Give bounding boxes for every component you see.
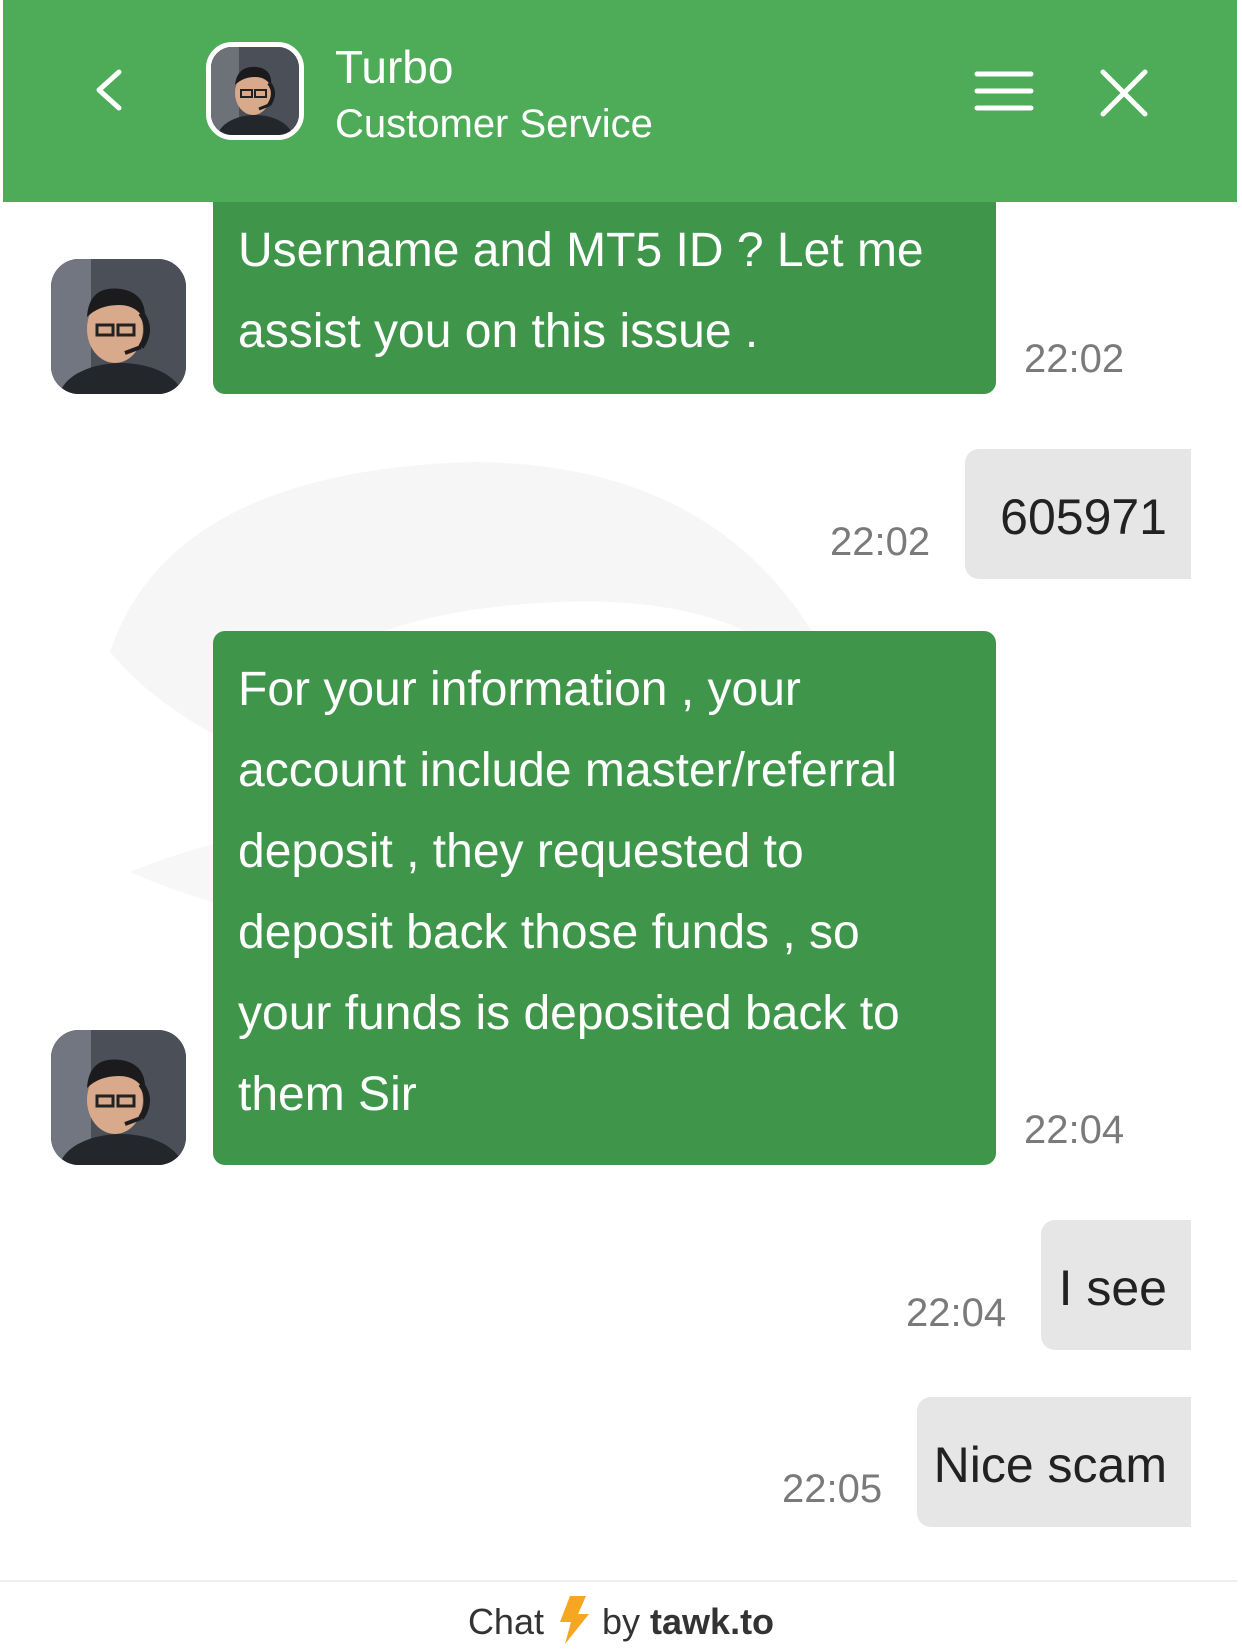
agent-name: Turbo [335, 41, 454, 93]
user-message: 605971 [965, 449, 1191, 579]
user-message: Nice scam [917, 1397, 1191, 1527]
hamburger-menu-icon [974, 71, 1034, 111]
close-icon [1100, 69, 1148, 117]
agent-photo [211, 47, 299, 135]
footer-by-label: by [601, 1601, 641, 1642]
agent-subtitle: Customer Service [335, 102, 653, 146]
chat-widget: Turbo Customer Service Username and MT5 … [0, 0, 1242, 1652]
agent-message: Username and MT5 ID ? Let me assist you … [213, 202, 996, 394]
agent-avatar [51, 1030, 186, 1165]
user-message: I see [1041, 1220, 1191, 1350]
agent-photo [51, 1030, 186, 1165]
message-timestamp: 22:05 [782, 1467, 883, 1511]
agent-avatar [51, 259, 186, 394]
message-timestamp: 22:02 [830, 520, 931, 564]
close-button[interactable] [1093, 62, 1155, 124]
lightning-bolt-icon [559, 1596, 589, 1644]
frame-edge [1237, 0, 1242, 1652]
agent-avatar [206, 42, 304, 140]
footer-brand: tawk.to [650, 1601, 775, 1642]
chat-header: Turbo Customer Service [3, 0, 1239, 202]
message-timestamp: 22:04 [906, 1291, 1007, 1335]
chevron-left-icon [96, 69, 122, 111]
agent-photo [51, 259, 186, 394]
menu-button[interactable] [969, 62, 1039, 122]
footer-chat-label: Chat [467, 1601, 544, 1642]
powered-by-footer: Chat by tawk.to [0, 1580, 1242, 1652]
back-button[interactable] [83, 60, 143, 120]
powered-by-link[interactable]: Chat by tawk.to [0, 1596, 1242, 1647]
agent-message: For your information , your account incl… [213, 631, 996, 1165]
message-timestamp: 22:04 [1024, 1108, 1125, 1152]
message-timestamp: 22:02 [1024, 337, 1125, 381]
message-list[interactable]: Username and MT5 ID ? Let me assist you … [0, 202, 1242, 1580]
